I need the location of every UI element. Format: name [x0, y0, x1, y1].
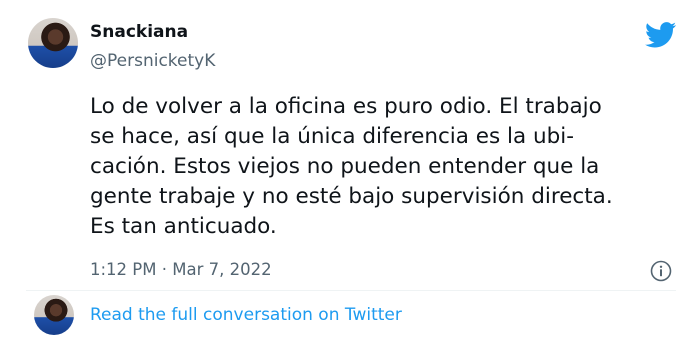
display-name[interactable]: Snackiana — [90, 22, 188, 42]
tweet-text-line: se hace, así que la única diferencia es … — [90, 124, 575, 149]
tweet-text-line: Es tan anticuado. — [90, 214, 277, 239]
avatar[interactable] — [34, 295, 74, 335]
tweet-timestamp[interactable]: 1:12 PM · Mar 7, 2022 — [90, 260, 272, 279]
divider — [26, 290, 676, 291]
user-handle[interactable]: @PersnicketyK — [90, 51, 215, 71]
tweet-text-line: gente trabaje y no esté bajo supervisión… — [90, 184, 613, 209]
avatar[interactable] — [28, 18, 78, 68]
read-full-conversation-link[interactable]: Read the full conversation on Twitter — [90, 305, 402, 325]
tweet-text: Lo de volver a la oficina es puro odio. … — [90, 92, 690, 242]
info-icon[interactable] — [650, 260, 672, 282]
twitter-bird-icon[interactable] — [645, 22, 677, 48]
tweet-text-line: cación. Estos viejos no pueden entender … — [90, 154, 600, 179]
tweet-text-line: Lo de volver a la oficina es puro odio. … — [90, 94, 602, 119]
